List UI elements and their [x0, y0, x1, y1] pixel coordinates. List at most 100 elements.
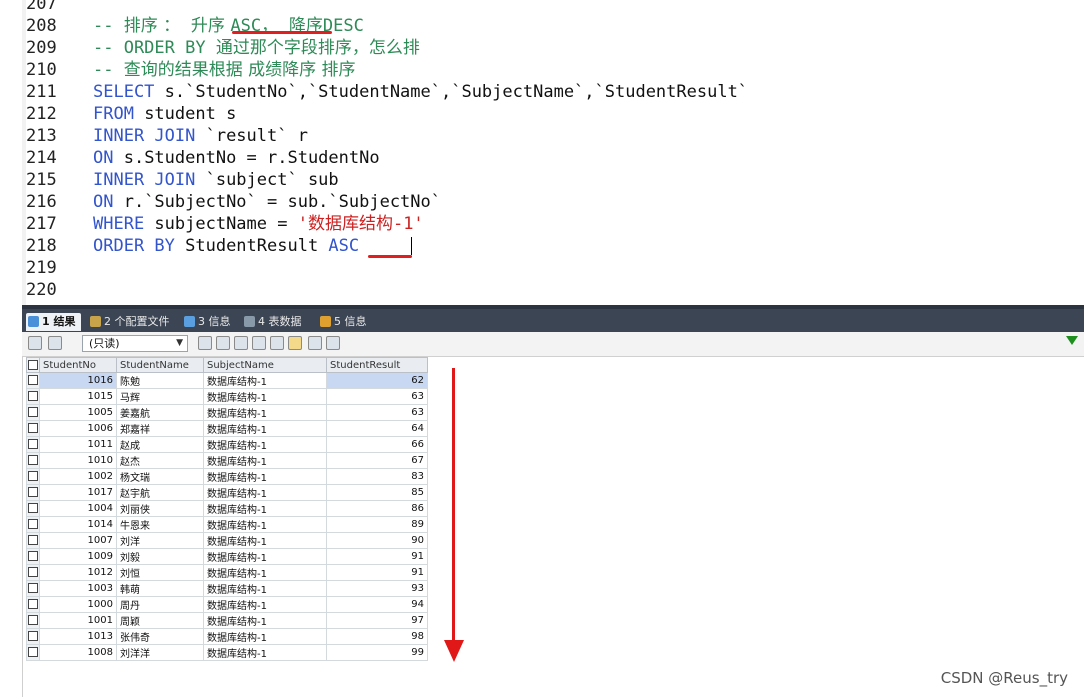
column-header-subjectname[interactable]: SubjectName: [203, 357, 327, 373]
table-cell[interactable]: 1008: [39, 644, 117, 661]
paste-icon[interactable]: [216, 336, 230, 350]
readonly-mode-select[interactable]: (只读) ▼: [82, 335, 188, 352]
table-cell[interactable]: 韩萌: [116, 580, 204, 597]
row-checkbox[interactable]: [26, 420, 40, 437]
table-cell[interactable]: 1002: [39, 468, 117, 485]
table-cell[interactable]: 85: [326, 484, 428, 501]
table-cell[interactable]: 数据库结构-1: [203, 644, 327, 661]
row-checkbox[interactable]: [26, 564, 40, 581]
table-cell[interactable]: 1011: [39, 436, 117, 453]
table-cell[interactable]: 1009: [39, 548, 117, 565]
table-row[interactable]: 1004 刘丽侠 数据库结构-1 86: [26, 500, 428, 517]
table-cell[interactable]: 1001: [39, 612, 117, 629]
row-checkbox[interactable]: [26, 468, 40, 485]
table-cell[interactable]: 数据库结构-1: [203, 452, 327, 469]
table-cell[interactable]: 数据库结构-1: [203, 484, 327, 501]
table-row[interactable]: 1016 陈勉 数据库结构-1 62: [26, 372, 428, 389]
column-header-studentresult[interactable]: StudentResult: [326, 357, 428, 373]
table-cell[interactable]: 1010: [39, 452, 117, 469]
row-checkbox[interactable]: [26, 500, 40, 517]
select-all-checkbox[interactable]: [26, 357, 40, 373]
table-row[interactable]: 1007 刘洋 数据库结构-1 90: [26, 532, 428, 549]
table-cell[interactable]: 1004: [39, 500, 117, 517]
table-cell[interactable]: 数据库结构-1: [203, 500, 327, 517]
table-cell[interactable]: 张伟奇: [116, 628, 204, 645]
table-cell[interactable]: 91: [326, 564, 428, 581]
table-row[interactable]: 1010 赵杰 数据库结构-1 67: [26, 452, 428, 469]
table-row[interactable]: 1011 赵成 数据库结构-1 66: [26, 436, 428, 453]
table-cell[interactable]: 98: [326, 628, 428, 645]
row-checkbox[interactable]: [26, 436, 40, 453]
table-cell[interactable]: 86: [326, 500, 428, 517]
table-cell[interactable]: 数据库结构-1: [203, 548, 327, 565]
row-checkbox[interactable]: [26, 612, 40, 629]
table-cell[interactable]: 63: [326, 388, 428, 405]
table-row[interactable]: 1009 刘毅 数据库结构-1 91: [26, 548, 428, 565]
table-cell[interactable]: 数据库结构-1: [203, 420, 327, 437]
table-row[interactable]: 1003 韩萌 数据库结构-1 93: [26, 580, 428, 597]
column-header-studentname[interactable]: StudentName: [116, 357, 204, 373]
table-cell[interactable]: 83: [326, 468, 428, 485]
table-cell[interactable]: 90: [326, 532, 428, 549]
row-checkbox[interactable]: [26, 644, 40, 661]
export-icon[interactable]: [28, 336, 42, 350]
tab-result-2[interactable]: 2 个配置文件: [88, 313, 170, 331]
table-cell[interactable]: 1016: [39, 372, 117, 389]
table-row[interactable]: 1013 张伟奇 数据库结构-1 98: [26, 628, 428, 645]
table-cell[interactable]: 67: [326, 452, 428, 469]
table-cell[interactable]: 1005: [39, 404, 117, 421]
row-checkbox[interactable]: [26, 452, 40, 469]
table-row[interactable]: 1017 赵宇航 数据库结构-1 85: [26, 484, 428, 501]
table-row[interactable]: 1006 郑嘉祥 数据库结构-1 64: [26, 420, 428, 437]
table-cell[interactable]: 赵杰: [116, 452, 204, 469]
save-icon[interactable]: [234, 336, 248, 350]
table-cell[interactable]: 1003: [39, 580, 117, 597]
table-cell[interactable]: 64: [326, 420, 428, 437]
table-cell[interactable]: 63: [326, 404, 428, 421]
table-cell[interactable]: 数据库结构-1: [203, 532, 327, 549]
table-cell[interactable]: 郑嘉祥: [116, 420, 204, 437]
table-cell[interactable]: 数据库结构-1: [203, 628, 327, 645]
tab-result-3[interactable]: 3 信息: [182, 313, 231, 331]
sql-editor[interactable]: 207 208 -- 排序 ： 升序 ASC， 降序DESC 209 -- ORDER …: [26, 0, 1084, 305]
table-cell[interactable]: 66: [326, 436, 428, 453]
table-cell[interactable]: 94: [326, 596, 428, 613]
table-cell[interactable]: 89: [326, 516, 428, 533]
form-view-icon[interactable]: [308, 336, 322, 350]
table-cell[interactable]: 牛恩来: [116, 516, 204, 533]
import-icon[interactable]: [48, 336, 62, 350]
table-cell[interactable]: 刘丽侠: [116, 500, 204, 517]
row-checkbox[interactable]: [26, 388, 40, 405]
row-checkbox[interactable]: [26, 404, 40, 421]
table-row[interactable]: 1012 刘恒 数据库结构-1 91: [26, 564, 428, 581]
table-cell[interactable]: 杨文瑞: [116, 468, 204, 485]
row-checkbox[interactable]: [26, 628, 40, 645]
table-row[interactable]: 1000 周丹 数据库结构-1 94: [26, 596, 428, 613]
table-cell[interactable]: 数据库结构-1: [203, 388, 327, 405]
row-checkbox[interactable]: [26, 484, 40, 501]
column-header-studentno[interactable]: StudentNo: [39, 357, 117, 373]
table-cell[interactable]: 62: [326, 372, 428, 389]
table-cell[interactable]: 1012: [39, 564, 117, 581]
table-cell[interactable]: 1017: [39, 484, 117, 501]
table-cell[interactable]: 1013: [39, 628, 117, 645]
table-cell[interactable]: 1014: [39, 516, 117, 533]
grid-view-icon[interactable]: [288, 336, 302, 350]
row-checkbox[interactable]: [26, 548, 40, 565]
table-cell[interactable]: 姜嘉航: [116, 404, 204, 421]
table-row[interactable]: 1002 杨文瑞 数据库结构-1 83: [26, 468, 428, 485]
table-cell[interactable]: 数据库结构-1: [203, 372, 327, 389]
table-cell[interactable]: 1006: [39, 420, 117, 437]
refresh-icon[interactable]: [270, 336, 284, 350]
table-row[interactable]: 1014 牛恩来 数据库结构-1 89: [26, 516, 428, 533]
row-checkbox[interactable]: [26, 372, 40, 389]
table-row[interactable]: 1015 马辉 数据库结构-1 63: [26, 388, 428, 405]
tab-result-5[interactable]: 5 信息: [318, 313, 367, 331]
table-cell[interactable]: 周颖: [116, 612, 204, 629]
table-cell[interactable]: 1007: [39, 532, 117, 549]
table-cell[interactable]: 1015: [39, 388, 117, 405]
table-cell[interactable]: 99: [326, 644, 428, 661]
table-cell[interactable]: 陈勉: [116, 372, 204, 389]
table-cell[interactable]: 数据库结构-1: [203, 580, 327, 597]
table-cell[interactable]: 数据库结构-1: [203, 564, 327, 581]
